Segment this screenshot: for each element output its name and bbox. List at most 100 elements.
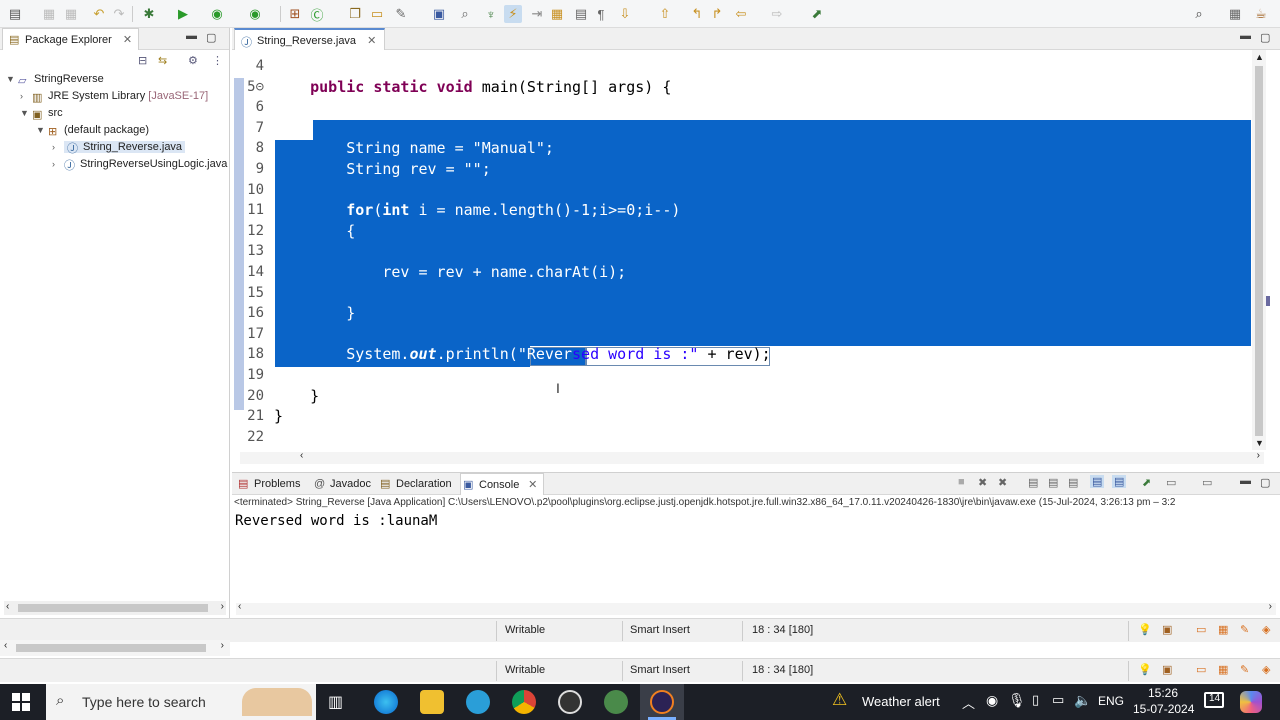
run-icon[interactable]: ▶ [174,5,192,23]
close-icon[interactable]: ✕ [528,474,537,496]
book-icon[interactable]: ▭ [1196,623,1206,636]
show-stderr-icon[interactable]: ▤ [1112,475,1127,488]
cursor-position[interactable]: 18 : 34 [180] [752,664,813,676]
annotation-icon[interactable]: ⌕ [456,5,474,23]
tree-item-src[interactable]: ▼ ▣ src [20,105,63,121]
tree-item-string-reverse[interactable]: › Ⓙ String_Reverse.java [52,139,186,155]
explorer-bottom-scrollbar[interactable]: ‹ › [0,640,230,656]
pin-editor-icon[interactable]: ⬈ [808,5,826,23]
prev-annotation-icon[interactable]: ⇧ [656,5,674,23]
tree-item-jre[interactable]: › ▥ JRE System Library [JavaSE-17] [20,88,208,104]
next-annotation-icon[interactable]: ⇩ [616,5,634,23]
new-package-icon[interactable]: ⊞ [286,5,304,23]
task-view-icon[interactable]: ▥ [328,692,343,712]
code-line[interactable]: System.out.println("Reversed word is :" … [274,345,770,366]
maximize-icon[interactable]: ▢ [1260,476,1270,489]
nav-forward-icon[interactable]: ⇨ [768,5,786,23]
package-explorer-tab[interactable]: ▤ Package Explorer ✕ [2,28,140,50]
remove-all-icon[interactable]: ✖ [998,476,1007,489]
edit-icon[interactable]: ✎ [1240,623,1249,636]
tab-javadoc[interactable]: @ Javadoc [312,473,371,495]
tree-item-default-package[interactable]: ▼ ⊞ (default package) [36,122,149,138]
editor-tab[interactable]: Ⓙ String_Reverse.java ✕ [234,28,386,50]
external-tools-icon[interactable]: ◉ [246,5,264,23]
redo-edit-icon[interactable]: ↱ [708,5,726,23]
console-scrollbar[interactable]: ‹ › [236,601,1276,615]
new-class-icon[interactable]: Ⓒ [308,5,326,23]
insert-mode-status[interactable]: Smart Insert [630,664,690,676]
clock-time[interactable]: 15:26 [1148,686,1178,700]
maximize-icon[interactable]: ▢ [1260,31,1270,44]
view-menu-icon[interactable]: ⋮ [212,54,223,67]
open-console-icon[interactable]: ▭ [1202,476,1212,489]
clock-date[interactable]: 15-07-2024 [1133,702,1194,716]
nav-back-icon[interactable]: ⇦ [732,5,750,23]
chrome-icon[interactable] [512,690,536,714]
format-icon[interactable]: ▤ [572,5,590,23]
pin-console-icon[interactable]: ⬈ [1142,476,1151,489]
copilot-icon[interactable] [1240,691,1262,713]
terminate-icon[interactable]: ■ [958,476,965,488]
code-line[interactable]: String rev = ""; [274,160,491,181]
toolbar-icon[interactable]: ▣ [1162,663,1172,676]
new-icon[interactable]: ▤ [6,5,24,23]
redo-icon[interactable]: ↷ [110,5,128,23]
word-wrap-console-icon[interactable]: ▤ [1068,476,1078,489]
telegram-icon[interactable] [466,690,490,714]
horizontal-scrollbar[interactable]: ‹ › [4,601,226,615]
debug-icon[interactable]: ✱ [140,5,158,23]
undo-icon[interactable]: ↶ [90,5,108,23]
code-line[interactable]: { [274,222,355,243]
highlight-icon[interactable]: ⚡ [504,5,522,23]
weather-label[interactable]: Weather alert [862,694,940,709]
editor-horizontal-scrollbar[interactable]: ‹ › [240,450,1264,464]
scroll-lock-icon[interactable]: ▤ [1048,476,1058,489]
edge-icon[interactable] [374,690,398,714]
tip-icon[interactable]: 💡 [1138,663,1152,676]
toggle-mark-icon[interactable]: ▣ [430,5,448,23]
filter-icon[interactable]: ⚙ [188,54,198,67]
code-line[interactable]: String name = "Manual"; [274,139,554,160]
windows-start-icon[interactable] [12,693,30,711]
close-icon[interactable]: ✕ [367,35,376,47]
show-whitespace-icon[interactable]: ▦ [548,5,566,23]
link-editor-icon[interactable]: ⇆ [158,54,167,67]
weather-alert-icon[interactable]: ⚠ [832,690,847,710]
save-icon[interactable]: ▦ [40,5,58,23]
network-icon[interactable]: ▯ [1032,692,1039,708]
search-box[interactable]: ⌕ Type here to search [46,684,316,720]
tab-declaration[interactable]: ▤ Declaration [378,473,452,495]
tip-icon[interactable]: 💡 [1138,623,1152,636]
microphone-icon[interactable]: 🎙 [1008,692,1026,709]
battery-icon[interactable]: ▭ [1052,692,1064,708]
code-line[interactable]: } [274,407,283,428]
bookmark-icon[interactable]: ◈ [1262,623,1270,636]
search-tool-icon[interactable]: ✎ [392,5,410,23]
code-line[interactable]: rev = rev + name.charAt(i); [274,263,626,284]
toolbar-icon[interactable]: ▣ [1162,623,1172,636]
language-indicator[interactable]: ENG [1098,694,1124,708]
file-explorer-icon[interactable] [420,690,444,714]
tree-item-project[interactable]: ▼ ▱ StringReverse [6,71,104,87]
preferences-icon[interactable]: ▦ [1218,663,1228,676]
book-icon[interactable]: ▭ [1196,663,1206,676]
vertical-scrollbar[interactable]: ▲ ▼ [1252,50,1266,450]
clear-console-icon[interactable]: ▤ [1028,476,1038,489]
open-type-icon[interactable]: ❐ [346,5,364,23]
minimize-icon[interactable]: ▬ [1240,30,1251,42]
maximize-icon[interactable]: ▢ [206,31,216,44]
chevron-up-icon[interactable]: ︿ [962,693,975,712]
search-icon[interactable]: ⌕ [1190,5,1208,23]
display-console-icon[interactable]: ▭ [1166,476,1176,489]
edit-icon[interactable]: ✎ [1240,663,1249,676]
collapse-all-icon[interactable]: ⊟ [138,54,147,67]
java-perspective-icon[interactable]: ☕ [1252,5,1270,23]
app-icon[interactable] [604,690,628,714]
remove-launch-icon[interactable]: ✖ [978,476,987,489]
paragraph-icon[interactable]: ¶ [592,5,610,23]
close-icon[interactable]: ✕ [123,34,132,46]
tab-console[interactable]: ▣ Console ✕ [460,473,545,496]
word-wrap-icon[interactable]: ♆ [482,5,500,23]
open-task-icon[interactable]: ▭ [368,5,386,23]
eclipse-taskbar-item[interactable] [640,684,684,720]
